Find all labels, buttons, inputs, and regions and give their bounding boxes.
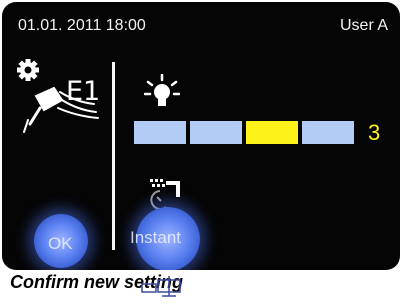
light-level-segment-3[interactable] xyxy=(246,121,298,144)
device-screen: 01.01. 2011 18:00 User A E1 3 OK Instant xyxy=(2,2,400,270)
light-level-segment-2[interactable] xyxy=(190,121,242,144)
tool-label: E1 xyxy=(66,76,101,107)
divider xyxy=(112,62,115,250)
touch-hand-icon xyxy=(141,276,181,297)
lightbulb-icon xyxy=(144,74,180,106)
light-level-segment-1[interactable] xyxy=(134,121,186,144)
light-level-value: 3 xyxy=(368,120,381,145)
status-user: User A xyxy=(339,17,388,34)
ok-button-label: OK xyxy=(48,234,73,253)
instant-button-label: Instant xyxy=(130,228,182,247)
status-datetime: 01.01. 2011 18:00 xyxy=(18,17,146,34)
light-level-segment-4[interactable] xyxy=(302,121,354,144)
tool-selector[interactable]: E1 xyxy=(16,58,106,138)
